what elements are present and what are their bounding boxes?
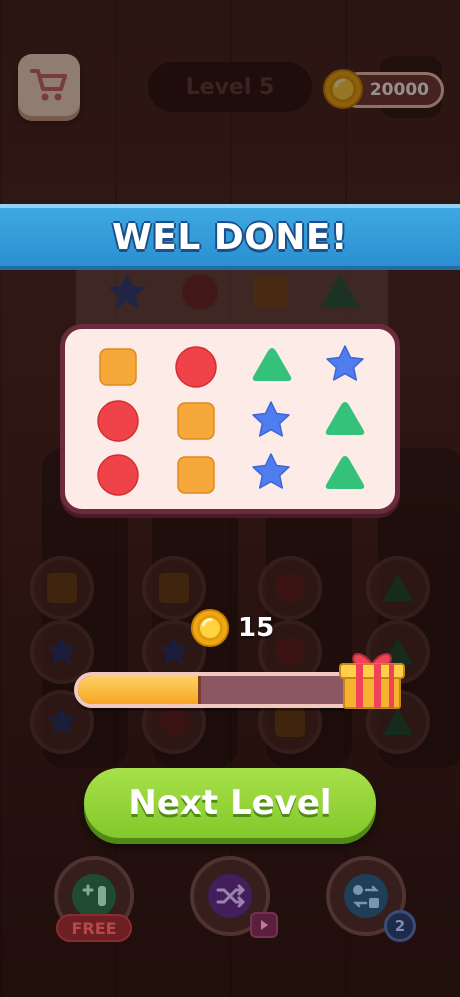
blue-star-icon <box>326 345 364 381</box>
red-circle-icon <box>97 400 139 442</box>
gift-icon <box>339 653 405 709</box>
green-triangle-icon <box>325 456 365 489</box>
orange-square-icon <box>177 456 215 494</box>
reward-progress-fill <box>78 676 201 704</box>
green-triangle-icon <box>252 348 292 381</box>
win-banner: WEL DONE! <box>0 204 460 270</box>
red-circle-icon <box>97 454 139 496</box>
free-badge-label: FREE <box>71 918 117 938</box>
next-level-label: Next Level <box>128 783 332 823</box>
coin-icon <box>190 608 230 648</box>
next-level-button[interactable]: Next Level <box>84 768 376 838</box>
red-circle-icon <box>175 346 217 388</box>
swap-icon <box>344 874 388 918</box>
blue-star-icon <box>252 453 290 489</box>
blue-star-icon <box>252 401 290 437</box>
result-card <box>60 324 400 514</box>
free-badge: FREE <box>56 914 132 942</box>
orange-square-icon <box>99 348 137 386</box>
reward-amount: 15 <box>238 613 275 643</box>
swap-count: 2 <box>394 917 406 935</box>
reward-coins: 15 <box>190 604 274 652</box>
add-tube-icon <box>72 874 116 918</box>
green-triangle-icon <box>325 402 365 435</box>
video-ad-icon <box>250 912 278 938</box>
win-title: WEL DONE! <box>112 216 348 258</box>
shuffle-icon <box>208 874 252 918</box>
orange-square-icon <box>177 402 215 440</box>
reward-progress-bar <box>74 672 374 708</box>
swap-count-badge: 2 <box>384 910 416 942</box>
